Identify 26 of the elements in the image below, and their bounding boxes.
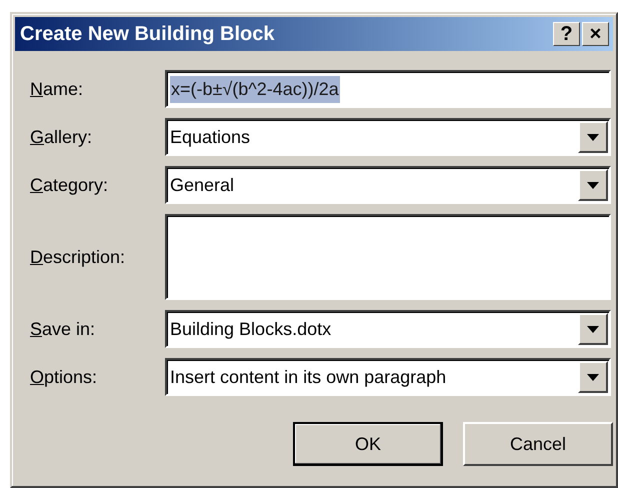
dropdown-arrow-button[interactable] — [578, 169, 608, 201]
ok-button[interactable]: OK — [293, 422, 443, 466]
help-button[interactable]: ? — [553, 22, 580, 46]
field-label: Options: — [30, 366, 98, 389]
dropdown-field[interactable]: Equations — [165, 118, 611, 156]
field-label: Description: — [30, 246, 126, 269]
caret-icon — [587, 374, 599, 380]
field-label: Gallery: — [30, 126, 94, 149]
dropdown-field[interactable]: General — [165, 166, 611, 204]
dropdown-arrow-button[interactable] — [578, 313, 608, 345]
description-field[interactable] — [165, 214, 611, 300]
field-label: Category: — [30, 174, 110, 197]
name-field[interactable]: x=(-b±√(b^2-4ac))/2a — [165, 70, 611, 108]
close-button[interactable]: × — [582, 22, 609, 46]
caret-icon — [587, 134, 599, 140]
caret-icon — [587, 326, 599, 332]
dropdown-field[interactable]: Insert content in its own paragraph — [165, 358, 611, 396]
cancel-button[interactable]: Cancel — [463, 422, 613, 466]
field-label: Name: — [30, 78, 84, 100]
dropdown-field[interactable]: Building Blocks.dotx — [165, 310, 611, 348]
dropdown-arrow-button[interactable] — [578, 361, 608, 393]
window-title: Create New Building Block — [20, 22, 276, 47]
dropdown-arrow-button[interactable] — [578, 121, 608, 153]
caret-icon — [587, 182, 599, 188]
field-label: Save in: — [30, 318, 96, 340]
selected-text: x=(-b±√(b^2-4ac))/2a — [170, 76, 340, 102]
